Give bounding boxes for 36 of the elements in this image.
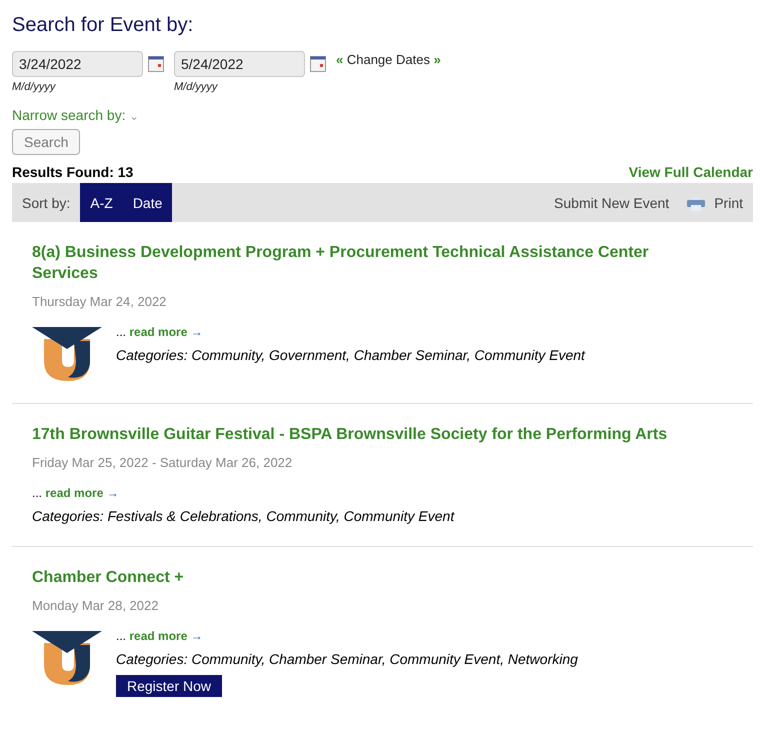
- logo-icon: [32, 327, 102, 381]
- event-date: Monday Mar 28, 2022: [32, 598, 160, 613]
- view-full-calendar-link[interactable]: View Full Calendar: [628, 164, 753, 180]
- read-more-link[interactable]: read more →: [129, 629, 203, 643]
- printer-icon[interactable]: [687, 194, 706, 210]
- register-button[interactable]: Register Now: [116, 675, 222, 697]
- event-title-link[interactable]: 17th Brownsville Guitar Festival - BSPA Brownsville Society for the Performing Arts: [32, 424, 682, 445]
- logo-icon: [32, 631, 102, 685]
- event-date: Thursday Mar 24, 2022: [32, 294, 168, 309]
- sort-option[interactable]: A-Z: [80, 183, 123, 222]
- event-categories: Categories: Community, Chamber Seminar, Community Event, Networking: [116, 651, 578, 667]
- event-categories: Categories: Community, Government, Chamber Seminar, Community Event: [116, 347, 585, 363]
- search-button[interactable]: Search: [12, 129, 80, 155]
- change-dates-link[interactable]: « Change Dates »: [336, 52, 441, 67]
- event-date: Friday Mar 25, 2022 - Saturday Mar 26, 2022: [32, 455, 294, 470]
- page-heading: Search for Event by:: [12, 14, 194, 37]
- calendar-icon[interactable]: [148, 56, 164, 72]
- print-link[interactable]: Print: [714, 194, 743, 210]
- event-categories: Categories: Festivals & Celebrations, Community, Community Event: [32, 508, 454, 524]
- read-more-link[interactable]: read more →: [45, 486, 119, 500]
- event-title-link[interactable]: 8(a) Business Development Program + Procurement Technical Assistance Center Services: [32, 242, 682, 284]
- ellipsis: ...: [32, 486, 42, 500]
- sort-label: Sort by:: [21, 194, 72, 210]
- calendar-icon[interactable]: [310, 56, 326, 72]
- results-count: Results Found: 13: [12, 164, 134, 180]
- ellipsis: ...: [116, 325, 126, 339]
- date-format-hint: M/d/yyyy: [174, 81, 219, 93]
- date-format-hint: M/d/yyyy: [12, 81, 57, 93]
- date-field[interactable]: 3/24/2022: [12, 51, 143, 77]
- event-title-link[interactable]: Chamber Connect +: [32, 567, 682, 588]
- read-more-link[interactable]: read more →: [129, 325, 203, 339]
- narrow-search-toggle[interactable]: Narrow search by: ⌄: [12, 107, 753, 123]
- date-field[interactable]: 5/24/2022: [174, 51, 305, 77]
- sort-option[interactable]: Date: [122, 183, 172, 222]
- submit-event-link[interactable]: Submit New Event: [554, 194, 670, 210]
- ellipsis: ...: [116, 629, 126, 643]
